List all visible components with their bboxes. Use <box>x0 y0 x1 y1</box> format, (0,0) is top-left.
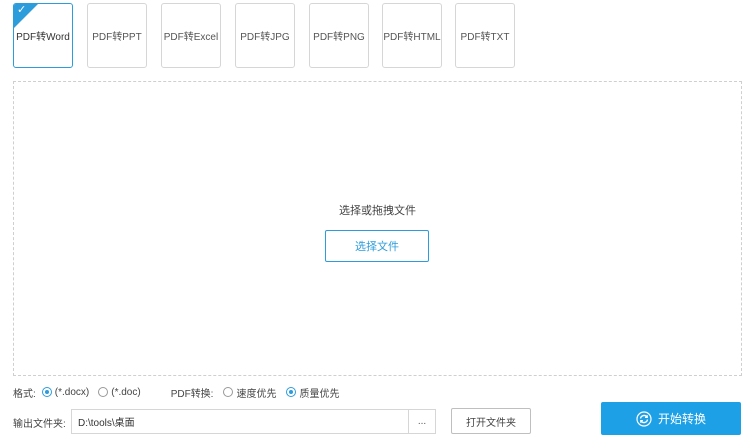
tab-pdf-to-txt[interactable]: PDF转TXT <box>455 3 515 68</box>
format-option-docx[interactable]: (*.docx) <box>41 386 90 398</box>
radio-checked-icon[interactable] <box>41 387 52 397</box>
open-folder-button[interactable]: 打开文件夹 <box>451 408 531 434</box>
output-path-value: D:\tools\桌面 <box>78 418 135 429</box>
check-icon: ✓ <box>17 4 27 16</box>
tab-pdf-to-html[interactable]: PDF转HTML <box>382 3 442 68</box>
tab-pdf-to-jpg[interactable]: PDF转JPG <box>235 3 295 68</box>
tab-label: PDF转Word <box>16 32 70 43</box>
mode-option-speed[interactable]: 速度优先 <box>223 385 276 400</box>
tab-label: PDF转JPG <box>240 32 290 43</box>
mode-option-label: 质量优先 <box>299 388 340 400</box>
tab-pdf-to-excel[interactable]: PDF转Excel <box>161 3 221 68</box>
radio-checked-icon[interactable] <box>286 387 297 397</box>
tab-label: PDF转PNG <box>313 32 365 43</box>
format-option-doc[interactable]: (*.doc) <box>98 386 141 398</box>
convert-button-label: 开始转换 <box>657 412 706 426</box>
tab-pdf-to-ppt[interactable]: PDF转PPT <box>87 3 147 68</box>
format-option-label: (*.doc) <box>111 386 141 398</box>
tab-pdf-to-word[interactable]: ✓ PDF转Word <box>13 3 73 68</box>
mode-option-quality[interactable]: 质量优先 <box>286 385 339 400</box>
format-label: 格式: <box>13 388 36 400</box>
refresh-icon <box>636 410 652 427</box>
tab-pdf-to-png[interactable]: PDF转PNG <box>309 3 369 68</box>
file-drop-zone[interactable]: 选择或拖拽文件 选择文件 <box>13 81 742 376</box>
conversion-options: 格式: (*.docx) (*.doc) PDF转换: 速度优先 质量优先 <box>13 384 339 400</box>
select-file-button[interactable]: 选择文件 <box>325 230 429 262</box>
tab-label: PDF转Excel <box>163 32 219 43</box>
start-convert-button[interactable]: 开始转换 <box>601 402 741 435</box>
radio-unchecked-icon[interactable] <box>98 387 109 397</box>
radio-unchecked-icon[interactable] <box>223 387 234 397</box>
drop-hint-text: 选择或拖拽文件 <box>339 205 416 217</box>
browse-button[interactable]: ... <box>408 409 436 434</box>
output-folder-label: 输出文件夹: <box>13 419 66 430</box>
tab-label: PDF转TXT <box>460 32 510 43</box>
tab-label: PDF转HTML <box>383 32 441 43</box>
mode-option-label: 速度优先 <box>236 388 277 400</box>
format-option-label: (*.docx) <box>54 386 90 398</box>
output-path-field[interactable]: D:\tools\桌面 <box>71 409 409 434</box>
tab-label: PDF转PPT <box>92 32 142 43</box>
mode-label: PDF转换: <box>170 388 214 400</box>
